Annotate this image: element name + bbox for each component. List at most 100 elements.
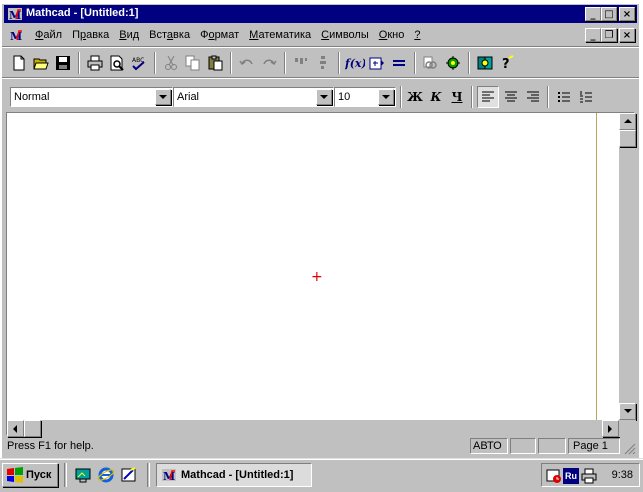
chevron-down-icon	[382, 94, 390, 99]
resize-grip-icon[interactable]	[624, 443, 636, 455]
print-preview-button[interactable]	[106, 52, 128, 74]
align-across-button[interactable]	[290, 52, 312, 74]
style-dropdown-button[interactable]	[155, 89, 171, 105]
menu-window[interactable]: Окно	[374, 29, 410, 41]
svg-text:?: ?	[502, 57, 510, 71]
insert-component-button[interactable]	[442, 52, 464, 74]
scroll-right-button[interactable]	[602, 420, 619, 437]
scroll-up-button[interactable]	[619, 113, 636, 130]
toolbar-separator	[338, 52, 340, 74]
arrow-down-icon	[623, 409, 632, 413]
bold-button[interactable]: Ж	[404, 86, 426, 108]
style-select[interactable]: Normal	[10, 87, 173, 107]
desktop-icon[interactable]	[74, 466, 92, 484]
quicklaunch-separator	[147, 463, 150, 487]
taskbar-mathcad-button[interactable]: M Mathcad - [Untitled:1]	[156, 463, 312, 487]
standard-toolbar: ABC f(x) ?	[4, 49, 637, 77]
align-center-button[interactable]	[500, 86, 522, 108]
menu-file[interactable]: Файл	[30, 29, 67, 41]
vertical-scrollbar[interactable]	[619, 113, 636, 420]
toolbar-separator	[78, 52, 80, 74]
undo-button[interactable]	[236, 52, 258, 74]
italic-button[interactable]: К	[425, 86, 447, 108]
open-icon	[33, 58, 49, 70]
doc-minimize-icon: _	[590, 29, 596, 41]
document-control-icon[interactable]: M	[8, 27, 24, 43]
svg-text:M: M	[163, 470, 175, 483]
size-select[interactable]: 10	[334, 87, 396, 107]
mathcad-app-icon[interactable]: M	[7, 6, 23, 22]
menu-edit[interactable]: Правка	[67, 29, 114, 41]
printer-tray-icon[interactable]	[581, 468, 597, 484]
align-left-button[interactable]	[477, 86, 499, 108]
print-button[interactable]	[84, 52, 106, 74]
doc-close-button[interactable]: ×	[619, 28, 635, 42]
language-indicator[interactable]: Ru	[563, 468, 579, 484]
align-down-button[interactable]	[312, 52, 334, 74]
underline-label: Ч	[451, 90, 463, 104]
align-right-icon	[527, 91, 539, 102]
close-icon: ×	[622, 8, 632, 20]
scroll-left-button[interactable]	[7, 420, 24, 437]
horizontal-scroll-thumb[interactable]	[24, 420, 41, 437]
paste-button[interactable]	[204, 52, 226, 74]
insert-hyperlink-button[interactable]	[420, 52, 442, 74]
save-button[interactable]	[52, 52, 74, 74]
insert-unit-button[interactable]	[366, 52, 388, 74]
minimize-button[interactable]: _	[585, 7, 601, 21]
toolbar-separator	[471, 86, 473, 108]
menu-view[interactable]: Вид	[114, 29, 144, 41]
menu-format[interactable]: Формат	[195, 29, 244, 41]
italic-label: К	[430, 90, 442, 104]
maximize-button[interactable]: □	[601, 7, 617, 21]
minimize-icon: _	[590, 8, 596, 20]
redo-button[interactable]	[258, 52, 280, 74]
print-preview-icon	[110, 55, 124, 71]
copy-button[interactable]	[182, 52, 204, 74]
insert-function-button[interactable]: f(x)	[344, 52, 366, 74]
clock[interactable]: 9:38	[612, 469, 633, 481]
windows-logo-icon	[7, 467, 23, 483]
outlook-express-icon[interactable]	[120, 466, 138, 484]
bullet-list-icon	[558, 92, 570, 102]
cut-button[interactable]	[160, 52, 182, 74]
horizontal-scrollbar[interactable]	[7, 420, 619, 437]
insert-function-icon: f(x)	[345, 57, 365, 70]
new-button[interactable]	[8, 52, 30, 74]
doc-minimize-button[interactable]: _	[585, 28, 601, 42]
doc-restore-button[interactable]: ❐	[601, 28, 617, 42]
toolbar-separator	[230, 52, 232, 74]
internet-explorer-icon[interactable]	[97, 466, 115, 484]
spell-check-button[interactable]: ABC	[128, 52, 150, 74]
open-button[interactable]	[30, 52, 52, 74]
underline-button[interactable]: Ч	[446, 86, 468, 108]
taskbar-mathcad-label: Mathcad - [Untitled:1]	[181, 469, 294, 481]
calculate-button[interactable]	[388, 52, 410, 74]
menu-symbolics[interactable]: Символы	[316, 29, 374, 41]
font-dropdown-button[interactable]	[316, 89, 332, 105]
menu-insert[interactable]: Вставка	[144, 29, 195, 41]
vertical-scroll-thumb[interactable]	[619, 130, 636, 147]
scheduler-icon[interactable]	[546, 468, 562, 484]
worksheet-area[interactable]: +	[6, 112, 636, 437]
scroll-down-button[interactable]	[619, 403, 636, 420]
size-dropdown-button[interactable]	[378, 89, 394, 105]
start-button[interactable]: Пуск	[2, 463, 58, 487]
align-right-button[interactable]	[522, 86, 544, 108]
toolbar-separator	[414, 52, 416, 74]
toolbar-separator-line	[2, 77, 639, 79]
font-select[interactable]: Arial	[173, 87, 334, 107]
status-bar: Press F1 for help. АВТО Page 1	[4, 436, 637, 456]
help-icon: ?	[502, 55, 514, 71]
title-bar[interactable]: M Mathcad - [Untitled:1] _ □ ×	[4, 5, 637, 23]
menu-help[interactable]: ?	[409, 29, 425, 41]
close-button[interactable]: ×	[619, 7, 635, 21]
doc-close-icon: ×	[622, 29, 632, 41]
numbering-button[interactable]	[575, 86, 597, 108]
resource-center-button[interactable]	[474, 52, 496, 74]
font-value: Arial	[177, 91, 200, 103]
menu-math[interactable]: Математика	[244, 29, 316, 41]
help-button[interactable]: ?	[496, 52, 518, 74]
bullets-button[interactable]	[553, 86, 575, 108]
chevron-down-icon	[159, 94, 167, 99]
